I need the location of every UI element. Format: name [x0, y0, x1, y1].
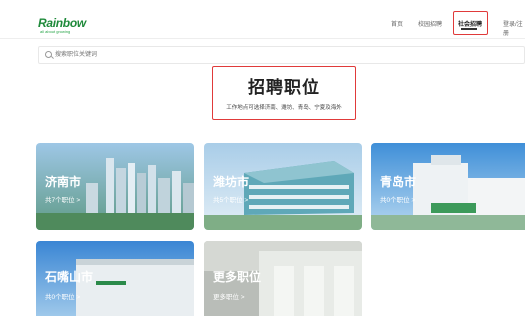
nav-item-campus[interactable]: 校园招聘 — [418, 19, 442, 28]
card-city-name: 石嘴山市 — [45, 270, 94, 284]
brand-name: Rainbow — [38, 16, 86, 30]
card-job-count[interactable]: 共0个职位 > — [45, 291, 80, 301]
search-bar — [38, 46, 525, 64]
page-title: 招聘职位 — [248, 78, 320, 97]
nav-active-highlight — [453, 11, 488, 35]
card-title: 更多职位 — [213, 270, 262, 284]
card-job-count[interactable]: 共7个职位 > — [45, 194, 80, 204]
card-job-count[interactable]: 共0个职位 > — [380, 194, 415, 204]
brand-tagline: all about growing — [40, 29, 71, 34]
card-city-name: 青岛市 — [380, 175, 417, 189]
city-card-shizuishan[interactable]: 石嘴山市 共0个职位 > — [36, 241, 194, 316]
city-card-jinan[interactable]: 济南市 共7个职位 > — [36, 143, 194, 230]
card-job-count[interactable]: 共5个职位 > — [213, 194, 248, 204]
city-card-weifang[interactable]: 潍坊市 共5个职位 > — [204, 143, 362, 230]
search-input[interactable] — [55, 48, 355, 62]
card-city-name: 潍坊市 — [213, 175, 250, 189]
page-subtitle: 工作地点可选择济南、潍坊、青岛、宁夏及海外 — [226, 105, 342, 111]
header-divider — [0, 38, 525, 39]
nav-active-underline — [461, 28, 477, 30]
card-city-name: 济南市 — [45, 175, 82, 189]
nav-item-login[interactable]: 登录/注册 — [503, 19, 525, 37]
logo[interactable]: Rainbow all about growing — [38, 16, 88, 36]
city-card-qingdao[interactable]: 青岛市 共0个职位 > — [371, 143, 525, 230]
card-link[interactable]: 更多职位 > — [213, 291, 245, 301]
more-jobs-card[interactable]: 更多职位 更多职位 > — [204, 241, 362, 316]
search-icon[interactable] — [45, 51, 52, 58]
nav-item-home[interactable]: 首页 — [391, 19, 403, 28]
title-highlight-box: 招聘职位 工作地点可选择济南、潍坊、青岛、宁夏及海外 — [212, 66, 356, 120]
